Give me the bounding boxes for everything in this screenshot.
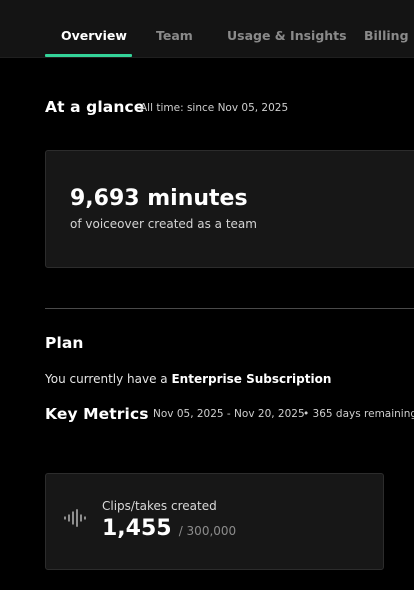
- tab-bar: Overview Team Usage & Insights Billing: [0, 0, 414, 58]
- at-a-glance-subtitle: All time: since Nov 05, 2025: [140, 102, 289, 114]
- clips-metric-value: 1,455: [102, 516, 172, 541]
- plan-description: You currently have a Enterprise Subscrip…: [45, 372, 331, 386]
- active-tab-indicator: [45, 54, 132, 57]
- section-divider: [45, 308, 414, 309]
- tab-billing[interactable]: Billing: [364, 28, 409, 43]
- metrics-date-range: Nov 05, 2025 - Nov 20, 2025: [153, 408, 305, 420]
- at-a-glance-heading: At a glance: [45, 98, 145, 116]
- clips-metric-card: Clips/takes created 1,455 / 300,000: [45, 473, 384, 570]
- plan-text-prefix: You currently have a: [45, 372, 168, 386]
- metrics-days-remaining: • 365 days remaining: [303, 408, 414, 420]
- audio-wave-icon: [64, 509, 86, 527]
- plan-name: Enterprise Subscription: [171, 372, 332, 386]
- key-metrics-heading: Key Metrics: [45, 405, 149, 423]
- minutes-caption: of voiceover created as a team: [70, 217, 257, 231]
- tab-usage-insights[interactable]: Usage & Insights: [227, 28, 347, 43]
- plan-heading: Plan: [45, 334, 84, 352]
- clips-metric-value-row: 1,455 / 300,000: [102, 516, 236, 541]
- tab-team[interactable]: Team: [156, 28, 193, 43]
- clips-metric-label: Clips/takes created: [102, 499, 217, 513]
- tab-overview[interactable]: Overview: [61, 28, 127, 43]
- clips-metric-limit: / 300,000: [178, 524, 237, 538]
- minutes-total: 9,693 minutes: [70, 186, 248, 211]
- minutes-summary-card: 9,693 minutes of voiceover created as a …: [45, 150, 414, 268]
